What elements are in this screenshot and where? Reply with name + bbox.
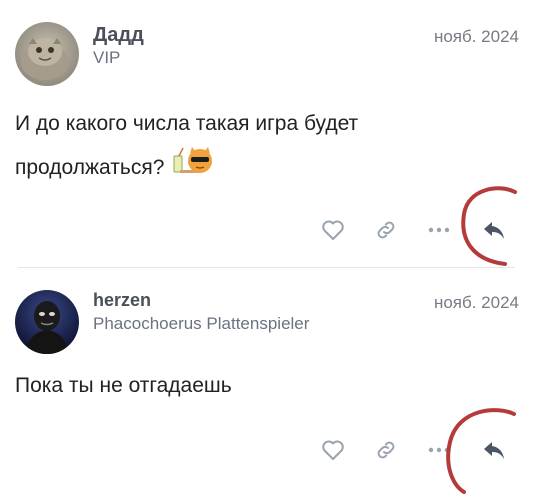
heart-icon	[322, 220, 344, 240]
post-body: И до какого числа такая игра будет продо…	[15, 104, 358, 192]
more-dots-icon	[428, 447, 450, 453]
post-1: Дадд VIP нояб. 2024 И до какого числа та…	[0, 0, 533, 267]
post-body-line-text: продолжаться?	[15, 156, 165, 179]
copy-link-button[interactable]	[368, 432, 404, 468]
copy-link-button[interactable]	[368, 212, 404, 248]
username[interactable]: Дадд	[93, 24, 144, 47]
post-date[interactable]: нояб. 2024	[434, 293, 519, 313]
user-title: VIP	[93, 48, 121, 67]
user-title: Phacochoerus Plattenspieler	[93, 314, 310, 333]
username[interactable]: herzen	[93, 290, 151, 311]
link-icon	[377, 221, 395, 239]
avatar[interactable]	[15, 290, 79, 354]
more-button[interactable]	[421, 432, 457, 468]
post-body: Пока ты не отгадаешь	[15, 366, 232, 406]
post-date[interactable]: нояб. 2024	[434, 27, 519, 47]
reply-button[interactable]	[476, 212, 512, 248]
reply-button[interactable]	[476, 432, 512, 468]
post-2: herzen Phacochoerus Plattenspieler нояб.…	[0, 268, 533, 500]
manul-cat-avatar-icon	[15, 22, 79, 86]
more-dots-icon	[428, 227, 450, 233]
reply-arrow-icon	[484, 442, 504, 459]
more-button[interactable]	[421, 212, 457, 248]
heart-icon	[322, 440, 344, 460]
avatar[interactable]	[15, 22, 79, 86]
cool-cat-with-drink-emoji-icon	[170, 144, 216, 192]
like-button[interactable]	[315, 432, 351, 468]
dark-figure-avatar-icon	[15, 290, 79, 354]
post-body-line: Пока ты не отгадаешь	[15, 374, 232, 397]
post-actions	[0, 212, 533, 252]
link-icon	[377, 441, 395, 459]
reply-arrow-icon	[484, 222, 504, 239]
post-body-line: И до какого числа такая игра будет	[15, 112, 359, 135]
like-button[interactable]	[315, 212, 351, 248]
post-actions	[0, 432, 533, 472]
post-body-line: продолжаться?	[15, 144, 358, 192]
